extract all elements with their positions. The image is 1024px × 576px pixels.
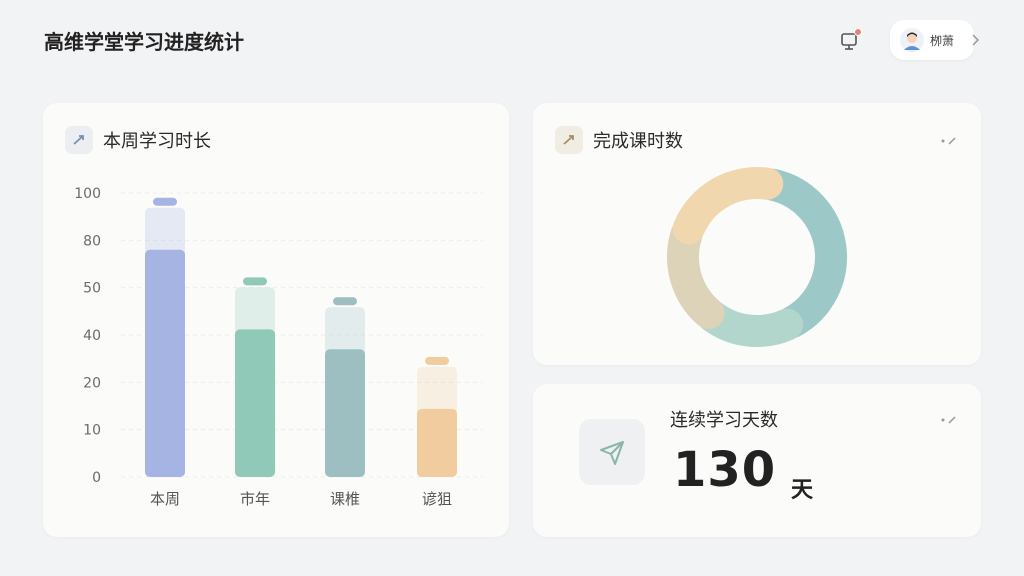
streak-unit: 天 bbox=[791, 478, 814, 503]
lessons-donut-chart bbox=[667, 167, 847, 347]
x-category-label: 市年 bbox=[240, 490, 270, 508]
notification-bell-button[interactable] bbox=[838, 28, 862, 52]
user-menu-button[interactable]: 栁萧 bbox=[890, 20, 974, 60]
bar[interactable] bbox=[417, 408, 457, 477]
y-tick-label: 100 bbox=[74, 186, 101, 202]
card-title: 连续学习天数 bbox=[670, 410, 778, 431]
y-tick-label: 10 bbox=[83, 423, 101, 439]
y-tick-label: 80 bbox=[83, 233, 101, 249]
y-tick-label: 20 bbox=[83, 375, 101, 391]
donut-slice[interactable] bbox=[667, 217, 725, 330]
bar-cap-marker bbox=[153, 197, 177, 206]
bar-cap-marker bbox=[243, 277, 267, 286]
study-streak-card: 连续学习天数 130 天 bbox=[533, 384, 981, 537]
donut-slice[interactable] bbox=[696, 300, 804, 347]
page-title: 高维学堂学习进度统计 bbox=[44, 30, 244, 54]
bar[interactable] bbox=[325, 349, 365, 477]
y-tick-label: 50 bbox=[83, 281, 101, 297]
bar-cap-marker bbox=[333, 297, 357, 306]
user-name: 栁萧 bbox=[930, 33, 955, 48]
x-category-label: 谚狙 bbox=[422, 490, 452, 508]
chevron-right-icon[interactable] bbox=[968, 32, 984, 48]
streak-value: 130 bbox=[673, 442, 777, 498]
donut-slice[interactable] bbox=[756, 168, 847, 339]
weekly-study-time-card: 本周学习时长 100 80 50 40 20 10 0 本周 市年 课椎 谚狙 bbox=[43, 103, 509, 537]
bar-cap-marker bbox=[425, 356, 449, 365]
donut-slice[interactable] bbox=[672, 167, 784, 245]
y-tick-label: 0 bbox=[92, 470, 101, 486]
avatar bbox=[900, 28, 924, 52]
x-category-label: 课椎 bbox=[330, 490, 360, 508]
send-icon bbox=[579, 419, 645, 485]
y-tick-label: 40 bbox=[83, 328, 101, 344]
notification-dot bbox=[854, 28, 862, 36]
bar[interactable] bbox=[235, 329, 275, 477]
bar[interactable] bbox=[145, 249, 185, 477]
more-options-icon[interactable] bbox=[939, 414, 959, 426]
x-category-label: 本周 bbox=[150, 490, 180, 508]
completed-lessons-card: 完成课时数 bbox=[533, 103, 981, 365]
weekly-bar-chart: 10080504020100本周 市年 课椎 谚狙 bbox=[74, 186, 483, 508]
